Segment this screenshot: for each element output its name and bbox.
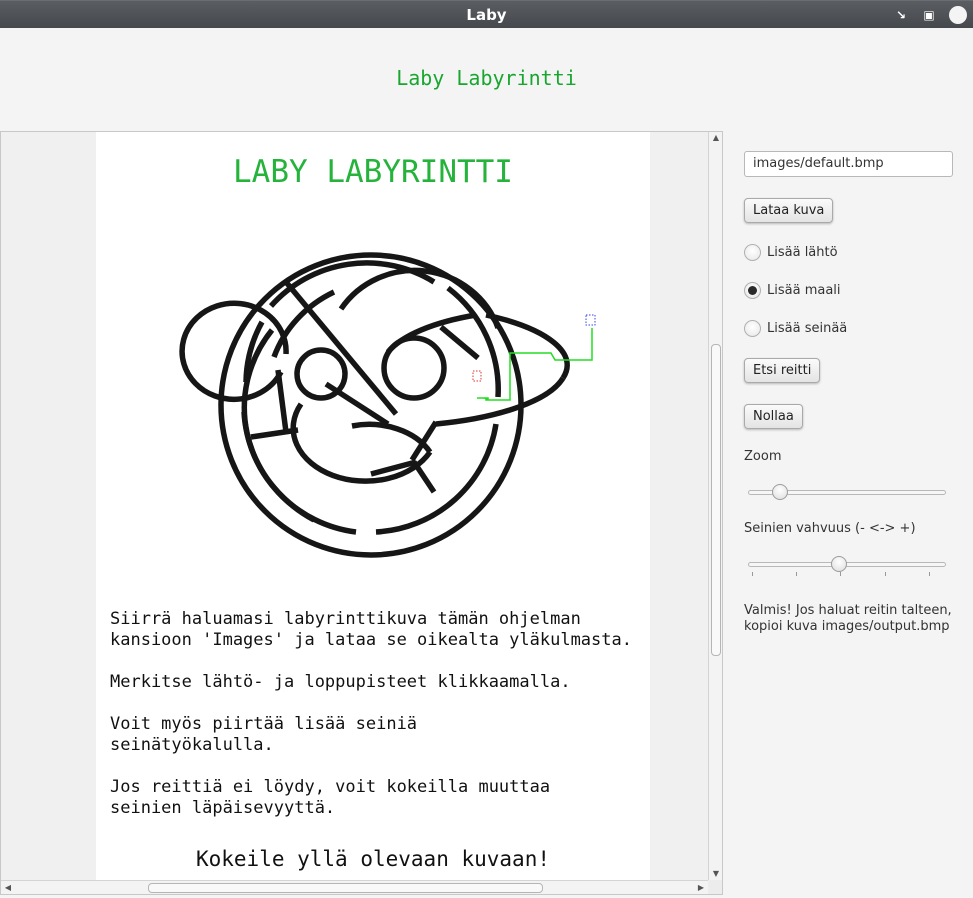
- maze-wall-segment: [439, 324, 480, 361]
- vertical-scrollbar[interactable]: ▲ ▼: [708, 132, 722, 880]
- maximize-icon[interactable]: ▣: [921, 1, 937, 29]
- app-heading: Laby Labyrintti: [396, 66, 577, 90]
- radio-add-start[interactable]: Lisää lähtö: [744, 242, 838, 262]
- maze-outer-ring: [218, 252, 524, 558]
- maze-lower-ellipse: [290, 402, 433, 484]
- close-icon[interactable]: [949, 6, 967, 24]
- zoom-label: Zoom: [744, 449, 782, 464]
- window-titlebar: Laby ↘ ▣: [0, 0, 973, 28]
- document-page: LABY LABYRINTTI Siirrä haluamasi labyrin…: [96, 132, 650, 880]
- instruction-line: Voit myös piirtää lisää seiniä: [110, 714, 418, 734]
- scroll-up-icon[interactable]: ▲: [709, 132, 722, 144]
- status-line: kopioi kuva images/output.bmp: [744, 619, 950, 634]
- try-it-text: Kokeile yllä olevaan kuvaan!: [195, 847, 550, 871]
- instruction-line: Merkitse lähtö- ja loppupisteet klikkaam…: [110, 672, 571, 692]
- document-viewer[interactable]: LABY LABYRINTTI Siirrä haluamasi labyrin…: [0, 131, 723, 895]
- wall-slider-track[interactable]: [748, 562, 946, 567]
- wall-slider-thumb[interactable]: [831, 556, 848, 572]
- wall-strength-label: Seinien vahvuus (- <-> +): [744, 521, 916, 536]
- scrollbar-corner: [708, 880, 722, 894]
- scroll-left-icon[interactable]: ◀: [1, 882, 15, 894]
- radio-add-goal[interactable]: Lisää maali: [744, 280, 841, 300]
- radio-add-wall[interactable]: Lisää seinää: [744, 318, 847, 338]
- maze-wall-segment: [411, 460, 437, 494]
- slider-tick: [752, 572, 753, 576]
- horizontal-scroll-thumb[interactable]: [148, 883, 543, 893]
- radio-unchecked-icon[interactable]: [744, 319, 761, 337]
- instruction-line: Siirrä haluamasi labyrinttikuva tämän oh…: [110, 609, 581, 629]
- wall-strength-slider[interactable]: [748, 554, 946, 576]
- instructions-paragraph: Merkitse lähtö- ja loppupisteet klikkaam…: [110, 672, 645, 693]
- horizontal-scrollbar[interactable]: ◀ ▶: [1, 880, 708, 894]
- scroll-right-icon[interactable]: ▶: [694, 882, 708, 894]
- instructions-paragraph: Jos reittiä ei löydy, voit kokeilla muut…: [110, 777, 645, 819]
- slider-tick: [885, 572, 886, 576]
- instruction-line: Jos reittiä ei löydy, voit kokeilla muut…: [110, 777, 551, 797]
- radio-label: Lisää maali: [767, 282, 841, 298]
- goal-marker: [585, 314, 596, 326]
- status-message: Valmis! Jos haluat reitin talteen, kopio…: [744, 603, 969, 635]
- radio-checked-icon[interactable]: [744, 281, 761, 299]
- zoom-slider-thumb[interactable]: [771, 484, 788, 500]
- slider-tick: [840, 572, 841, 576]
- status-line: Valmis! Jos haluat reitin talteen,: [744, 603, 952, 618]
- minimize-icon[interactable]: ↘: [893, 1, 909, 29]
- start-marker: [472, 370, 482, 382]
- reset-button[interactable]: Nollaa: [744, 404, 803, 429]
- scroll-down-icon[interactable]: ▼: [709, 868, 722, 880]
- instructions-paragraph: Siirrä haluamasi labyrinttikuva tämän oh…: [110, 609, 645, 651]
- radio-label: Lisää lähtö: [767, 244, 838, 260]
- instructions-paragraph: Voit myös piirtää lisää seiniä seinätyök…: [110, 714, 645, 756]
- window-title: Laby: [466, 6, 507, 24]
- maze-wall-segment: [250, 427, 299, 440]
- instruction-line: kansioon 'Images' ja lataa se oikealta y…: [110, 630, 632, 650]
- instructions-text: Siirrä haluamasi labyrinttikuva tämän oh…: [110, 609, 645, 840]
- slider-tick: [796, 572, 797, 576]
- vertical-scroll-thumb[interactable]: [711, 344, 721, 656]
- find-route-button[interactable]: Etsi reitti: [744, 358, 821, 383]
- instruction-line: seinien läpäisevyyttä.: [110, 798, 336, 818]
- radio-label: Lisää seinää: [767, 320, 848, 336]
- maze-image[interactable]: [96, 132, 650, 602]
- load-image-button[interactable]: Lataa kuva: [744, 198, 834, 223]
- window-controls: ↘ ▣: [893, 5, 967, 25]
- maze-wall-segment: [275, 369, 289, 433]
- slider-tick: [929, 572, 930, 576]
- maze-left-loop: [179, 300, 289, 403]
- radio-unchecked-icon[interactable]: [744, 243, 761, 261]
- zoom-slider[interactable]: [748, 482, 946, 502]
- instruction-line: seinätyökalulla.: [110, 735, 274, 755]
- image-path-field[interactable]: images/default.bmp: [744, 151, 953, 177]
